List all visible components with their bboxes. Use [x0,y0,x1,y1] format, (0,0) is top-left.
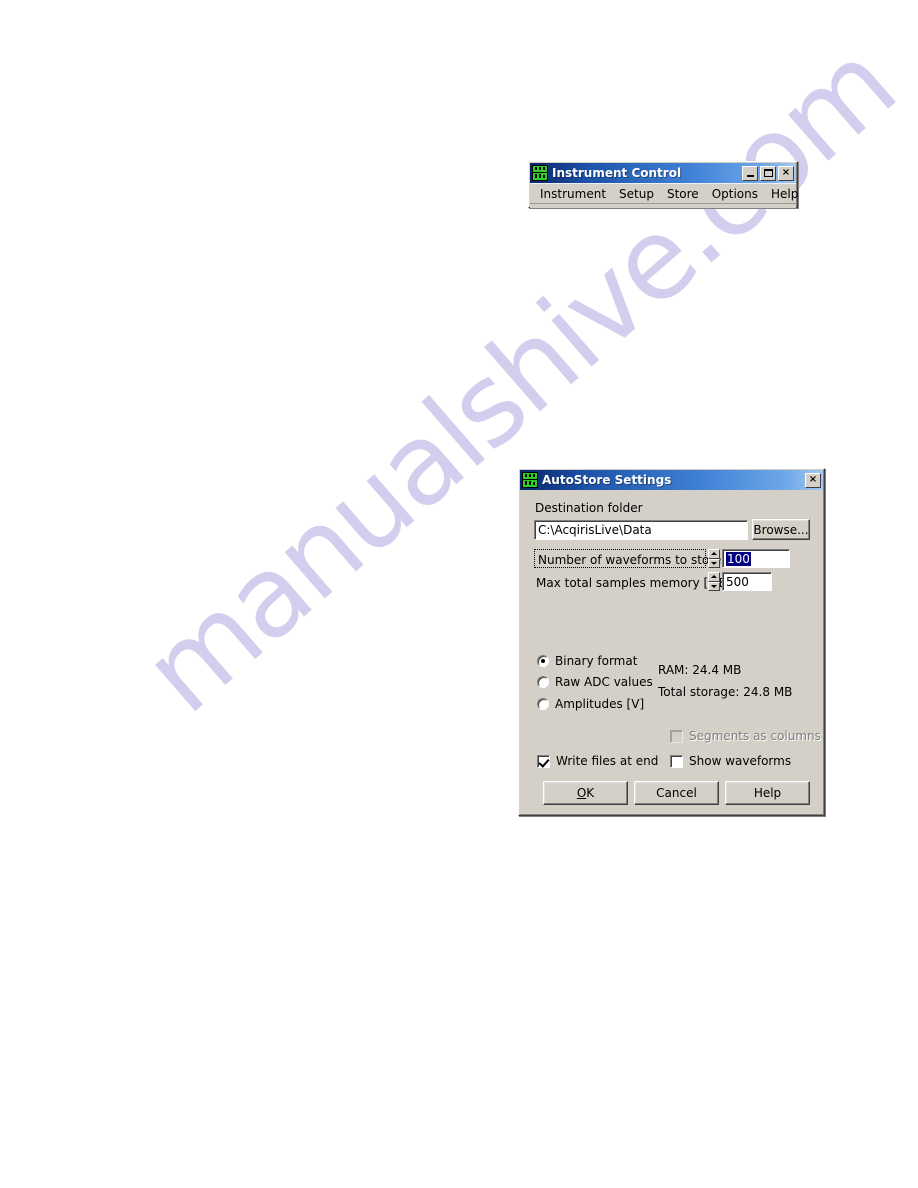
close-button[interactable]: × [805,472,821,488]
ram-stat: RAM: 24.4 MB [658,663,742,677]
checkbox-show-waveforms[interactable]: Show waveforms [670,754,791,768]
checkbox-checked-icon [537,754,550,768]
instrument-control-window[interactable]: Instrument Control × Instrument Setup St… [528,161,798,208]
menu-item-options[interactable]: Options [706,186,765,202]
radio-amplitudes-label: Amplitudes [V] [555,697,645,711]
chevron-up-icon [711,552,717,556]
ok-button-label: OK [577,786,594,800]
help-button[interactable]: Help [725,781,810,805]
instrument-control-titlebar[interactable]: Instrument Control × [530,163,796,183]
chevron-down-icon [711,584,717,588]
autostore-frame: AutoStore Settings × Destination folder … [519,469,824,815]
menu-item-store[interactable]: Store [661,186,706,202]
checkbox-write-files-at-end[interactable]: Write files at end [537,754,658,768]
ok-button-rest: K [586,786,595,800]
max-memory-stepper[interactable] [708,572,720,591]
menu-item-setup[interactable]: Setup [613,186,661,202]
destination-folder-label: Destination folder [535,501,643,515]
radio-binary-format-label: Binary format [555,654,638,668]
radio-unselected-icon [537,676,549,688]
acqiris-logo-icon [522,472,538,488]
close-icon: × [808,474,818,485]
close-icon: × [781,167,791,178]
ok-button-mnemonic: O [576,786,587,800]
instrument-control-frame: Instrument Control × Instrument Setup St… [529,162,798,208]
menu-item-help[interactable]: Help [765,186,805,202]
checkbox-unchecked-icon [670,754,683,768]
acqiris-logo-icon [532,165,548,181]
chevron-down-icon [711,561,717,565]
radio-raw-adc-values[interactable]: Raw ADC values [537,675,653,689]
autostore-window-buttons: × [805,472,821,488]
waveform-count-value: 100 [726,552,751,566]
stepper-down-button[interactable] [708,581,720,591]
checkbox-unchecked-disabled-icon [670,729,683,743]
autostore-body: Destination folder C:\AcqirisLive\Data B… [520,490,823,814]
autostore-titlebar[interactable]: AutoStore Settings × [520,470,823,490]
minimize-icon [746,174,754,177]
chevron-up-icon [711,575,717,579]
checkbox-segments-as-columns: Segments as columns [670,729,821,743]
minimize-button[interactable] [742,165,758,181]
radio-binary-format[interactable]: Binary format [537,654,637,668]
autostore-title: AutoStore Settings [542,473,672,487]
max-memory-label: Max total samples memory [MB] [536,576,732,590]
instrument-control-menubar[interactable]: Instrument Setup Store Options Help [530,183,798,203]
checkbox-segments-as-columns-label: Segments as columns [689,729,821,743]
max-memory-input[interactable]: 500 [722,572,772,591]
maximize-icon [763,169,773,177]
maximize-button[interactable] [760,165,776,181]
radio-raw-adc-values-label: Raw ADC values [555,675,653,689]
autostore-settings-dialog[interactable]: AutoStore Settings × Destination folder … [518,468,825,816]
waveform-count-label: Number of waveforms to store [538,553,722,567]
checkbox-write-files-at-end-label: Write files at end [556,754,659,768]
stepper-up-button[interactable] [708,572,720,582]
checkbox-show-waveforms-label: Show waveforms [689,754,792,768]
radio-unselected-icon [537,698,549,710]
browse-button[interactable]: Browse... [752,519,810,540]
waveform-count-stepper[interactable] [708,549,720,568]
stepper-up-button[interactable] [708,549,720,559]
radio-amplitudes[interactable]: Amplitudes [V] [537,697,644,711]
total-storage-stat: Total storage: 24.8 MB [658,685,793,699]
stepper-down-button[interactable] [708,558,720,568]
radio-selected-icon [537,655,549,667]
waveform-count-input[interactable]: 100 [722,549,790,568]
instrument-control-title: Instrument Control [552,166,682,180]
ok-button[interactable]: OK [543,781,628,805]
instrument-control-window-buttons: × [742,165,794,181]
cancel-button[interactable]: Cancel [634,781,719,805]
destination-folder-input[interactable]: C:\AcqirisLive\Data [534,520,748,540]
instrument-control-client-area [530,203,796,208]
close-button[interactable]: × [778,165,794,181]
menu-item-instrument[interactable]: Instrument [534,186,613,202]
